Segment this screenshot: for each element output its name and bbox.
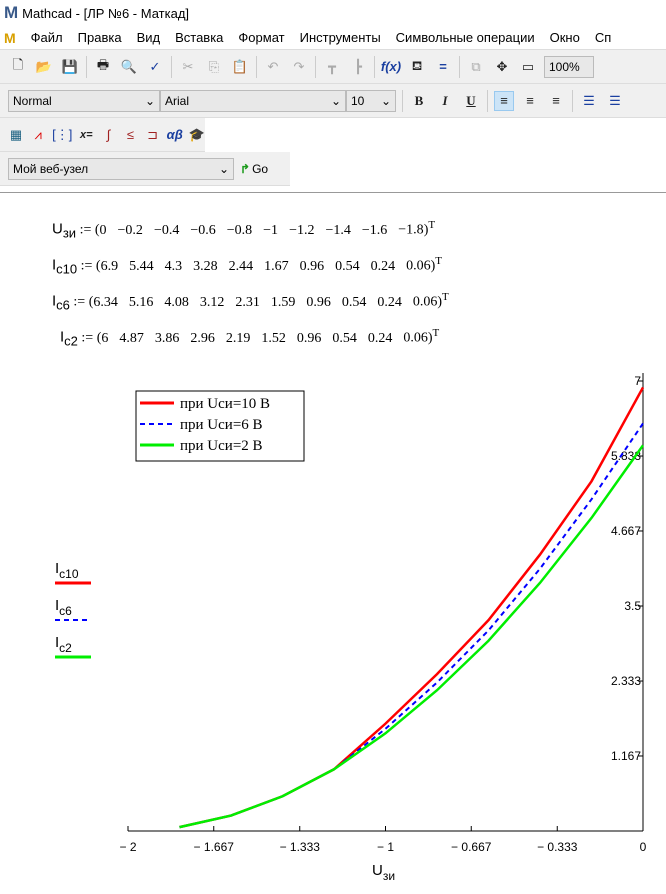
series-line-Ic6 — [179, 422, 644, 829]
web-site-value: Мой веб-узел — [13, 161, 89, 176]
window-title: Mathcad - [ЛР №6 - Маткад] — [22, 5, 190, 21]
menu-format[interactable]: Формат — [238, 30, 284, 45]
bold-icon[interactable]: B — [409, 91, 429, 111]
calculator-icon[interactable]: ▦ — [8, 125, 24, 145]
menu-window[interactable]: Окно — [550, 30, 580, 45]
chevron-down-icon: ⌄ — [218, 161, 229, 176]
open-icon[interactable]: 📂 — [34, 57, 54, 77]
align-center-icon[interactable]: ≡ — [520, 91, 540, 111]
doc-icon[interactable]: M — [4, 30, 16, 46]
graph-icon[interactable]: ⩘ — [30, 125, 46, 145]
title-bar: M Mathcad - [ЛР №6 - Маткад] — [0, 0, 666, 26]
paste-icon[interactable]: 📋 — [230, 57, 250, 77]
chevron-down-icon: ⌄ — [380, 93, 391, 108]
series-line-Ic2 — [179, 444, 645, 829]
standard-toolbar: 🗋 📂 💾 🖶 🔍 ✓ ✂ ⎘ 📋 ↶ ↷ ┳ ┣ f(x) ⛾ = ⧉ ✥ ▭… — [0, 50, 666, 84]
greek-icon[interactable]: αβ — [167, 125, 183, 145]
legend-label: при Uси=10 В — [180, 396, 270, 412]
trace-label: Ic2 — [55, 634, 72, 655]
worksheet[interactable]: Uзи := (0 −0.2 −0.4 −0.6 −0.8 −1 −1.2 −1.4 −1.6−… — [0, 192, 666, 893]
programming-icon[interactable]: ⊐ — [145, 125, 161, 145]
menu-tools[interactable]: Инструменты — [300, 30, 381, 45]
menu-insert[interactable]: Вставка — [175, 30, 223, 45]
menu-bar: M Файл Правка Вид Вставка Формат Инструм… — [0, 26, 666, 50]
formatting-toolbar: Normal ⌄ Arial ⌄ 10 ⌄ B I U ≡ ≡ ≡ ☰ ☰ — [0, 84, 666, 118]
y-tick-label: 1.167 — [611, 749, 641, 763]
menu-file[interactable]: Файл — [31, 30, 63, 45]
trace-label: Ic10 — [55, 560, 79, 581]
save-icon[interactable]: 💾 — [60, 57, 80, 77]
trace-label-sub: c10 — [59, 567, 79, 581]
go-label: Go — [252, 161, 269, 176]
y-tick-label: 2.333 — [611, 674, 641, 688]
chevron-down-icon: ⌄ — [144, 93, 155, 108]
menu-view[interactable]: Вид — [137, 30, 161, 45]
copy-icon[interactable]: ⎘ — [204, 57, 224, 77]
x-axis-label: Uзи — [372, 862, 395, 883]
boolean-icon[interactable]: ≤ — [122, 125, 138, 145]
font-value: Arial — [165, 93, 190, 108]
y-tick-label: 3.5 — [624, 599, 641, 613]
xy-plot[interactable]: − 2 − 1.667 − 1.333 − 1 − 0.667 − 0.333 0 1.167… — [0, 193, 666, 894]
style-select[interactable]: Normal ⌄ — [8, 89, 160, 112]
component-icon[interactable]: ⧉ — [466, 57, 486, 77]
go-arrow-icon: ↱ — [240, 161, 251, 176]
x-tick-label: 0 — [640, 840, 647, 854]
menu-edit[interactable]: Правка — [78, 30, 122, 45]
web-site-select[interactable]: Мой веб-узел ⌄ — [8, 157, 234, 180]
x-tick-label: − 1 — [377, 840, 394, 854]
bullets-icon[interactable]: ☰ — [579, 91, 599, 111]
mathcad-logo: M — [4, 3, 19, 22]
style-value: Normal — [13, 93, 52, 108]
size-value: 10 — [351, 93, 365, 108]
menu-symbolics[interactable]: Символьные операции — [396, 30, 535, 45]
numbering-icon[interactable]: ☰ — [605, 91, 625, 111]
spellcheck-icon[interactable]: ✓ — [145, 57, 165, 77]
cut-icon[interactable]: ✂ — [178, 57, 198, 77]
trace-label-sub: c6 — [59, 604, 72, 618]
x-axis-label-sub: зи — [383, 869, 395, 883]
symbolic-icon[interactable]: 🎓 — [189, 125, 205, 145]
legend-label: при Uси=6 В — [180, 417, 263, 433]
trace-label: Ic6 — [55, 597, 72, 618]
trace-label-sub: c2 — [59, 641, 72, 655]
print-preview-icon[interactable]: 🔍 — [119, 57, 139, 77]
y-tick-label: 4.667 — [611, 524, 641, 538]
matrix-icon[interactable]: [⋮] — [52, 125, 72, 145]
font-select[interactable]: Arial ⌄ — [160, 89, 346, 112]
window-icon[interactable]: ▭ — [518, 57, 538, 77]
align-left-icon[interactable]: ≡ — [494, 90, 514, 111]
align-down-icon[interactable]: ┣ — [348, 57, 368, 77]
insert-function-icon[interactable]: f(x) — [381, 57, 401, 77]
calculus-icon[interactable]: ∫ — [100, 125, 116, 145]
underline-icon[interactable]: U — [461, 91, 481, 111]
print-icon[interactable]: 🖶 — [93, 57, 113, 77]
math-toolbar: ▦ ⩘ [⋮] x= ∫ ≤ ⊐ αβ 🎓 — [0, 118, 205, 152]
undo-icon[interactable]: ↶ — [263, 57, 283, 77]
size-select[interactable]: 10 ⌄ — [346, 89, 396, 112]
go-button[interactable]: ↱ Go — [240, 162, 268, 176]
menu-help[interactable]: Сп — [595, 30, 611, 45]
y-tick-label: 7 — [634, 374, 641, 388]
italic-icon[interactable]: I — [435, 91, 455, 111]
x-tick-label: − 1.667 — [194, 840, 235, 854]
zoom-select[interactable]: 100% — [544, 55, 594, 78]
evaluation-icon[interactable]: x= — [78, 125, 94, 145]
x-tick-label: − 2 — [119, 840, 136, 854]
redo-icon[interactable]: ↷ — [289, 57, 309, 77]
legend-label: при Uси=2 В — [180, 438, 263, 454]
insert-unit-icon[interactable]: ⛾ — [407, 57, 427, 77]
new-icon[interactable]: 🗋 — [8, 57, 28, 77]
web-toolbar: Мой веб-узел ⌄ ↱ Go — [0, 152, 290, 186]
chevron-down-icon: ⌄ — [330, 93, 341, 108]
x-tick-label: − 0.333 — [537, 840, 578, 854]
resource-icon[interactable]: ✥ — [492, 57, 512, 77]
x-tick-label: − 1.333 — [280, 840, 321, 854]
x-tick-label: − 0.667 — [451, 840, 492, 854]
align-right-icon[interactable]: ≡ — [546, 91, 566, 111]
calculate-icon[interactable]: = — [433, 57, 453, 77]
align-top-icon[interactable]: ┳ — [322, 57, 342, 77]
